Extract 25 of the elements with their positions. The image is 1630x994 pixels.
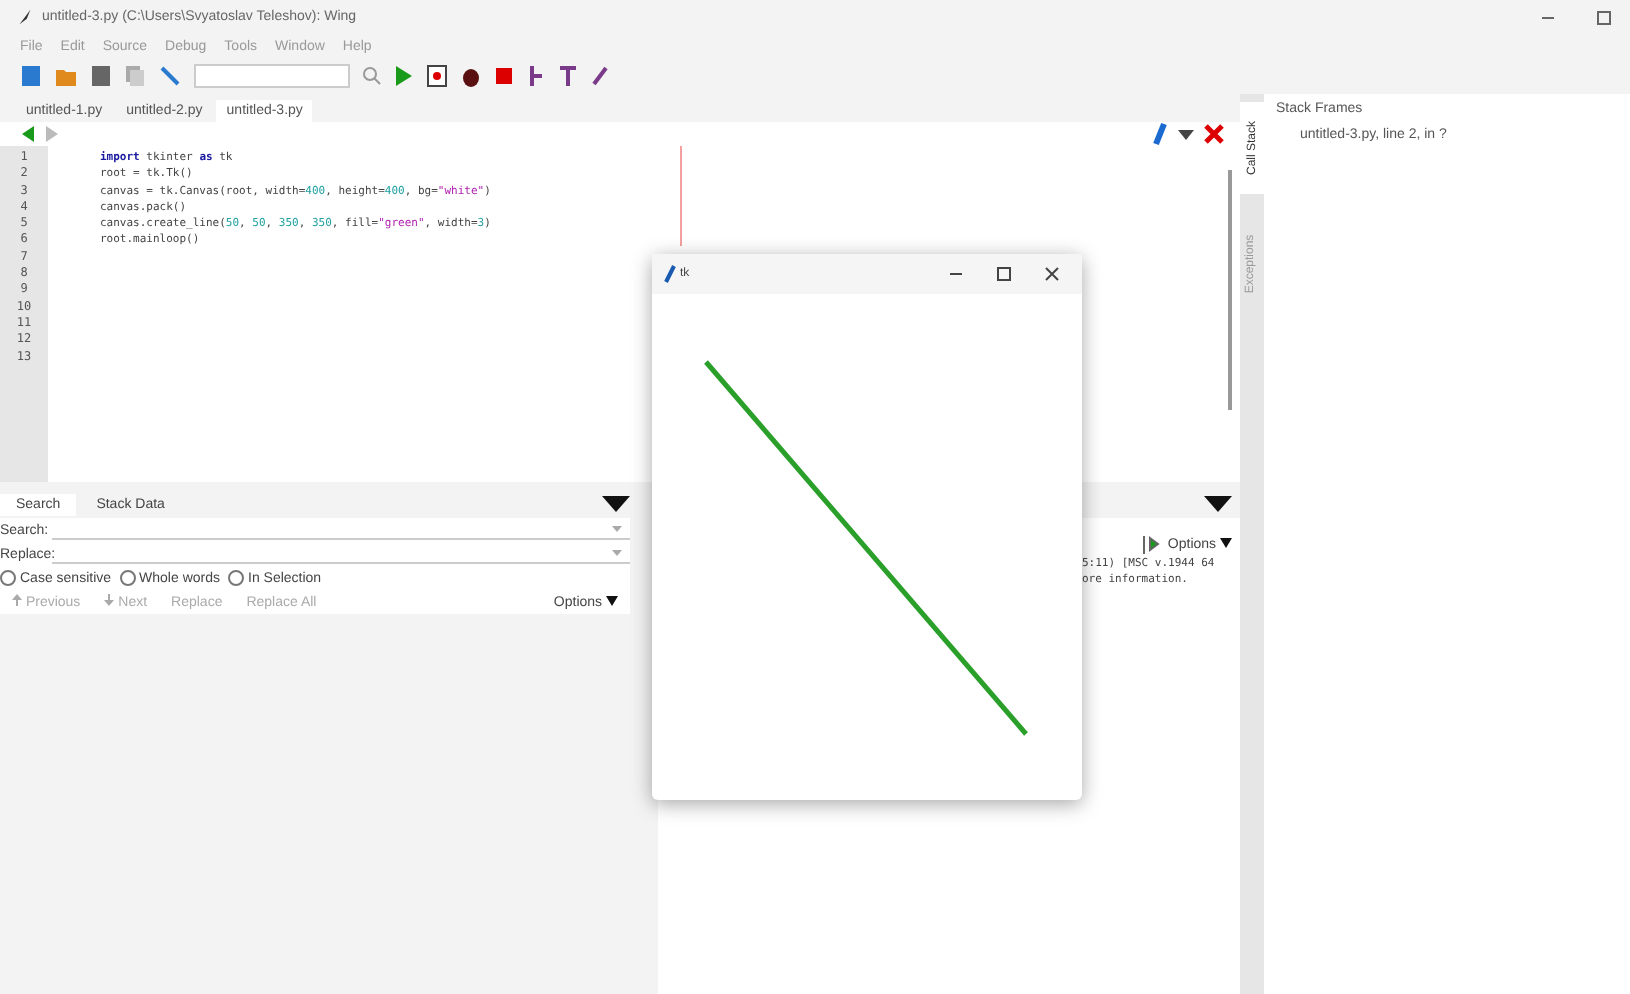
checkbox[interactable] xyxy=(119,570,136,586)
caret-icon[interactable] xyxy=(1204,494,1232,514)
new-file-icon[interactable] xyxy=(20,64,42,88)
close-button[interactable] xyxy=(1042,264,1062,284)
save-icon[interactable] xyxy=(90,64,112,88)
caret-icon[interactable] xyxy=(602,494,630,514)
checkbox[interactable] xyxy=(228,570,244,586)
caret-icon[interactable] xyxy=(1176,126,1196,142)
search-field[interactable] xyxy=(52,520,630,540)
replace-field[interactable] xyxy=(52,544,630,564)
search-icon[interactable] xyxy=(362,66,382,86)
down-arrow-icon xyxy=(104,594,115,606)
run-icon[interactable] xyxy=(394,64,414,88)
maximize-button[interactable] xyxy=(1594,7,1614,27)
checkbox[interactable] xyxy=(0,570,16,586)
debug-icon[interactable] xyxy=(1141,534,1160,556)
document-icon[interactable] xyxy=(426,64,448,88)
back-arrow-icon[interactable] xyxy=(20,126,36,142)
up-arrow-icon xyxy=(12,594,22,606)
maximize-button[interactable] xyxy=(994,264,1014,284)
caret-icon xyxy=(1220,538,1232,548)
close-icon[interactable] xyxy=(1204,124,1224,144)
search-field[interactable] xyxy=(194,64,350,88)
stop-icon[interactable] xyxy=(494,66,514,86)
caret-icon xyxy=(606,595,618,605)
